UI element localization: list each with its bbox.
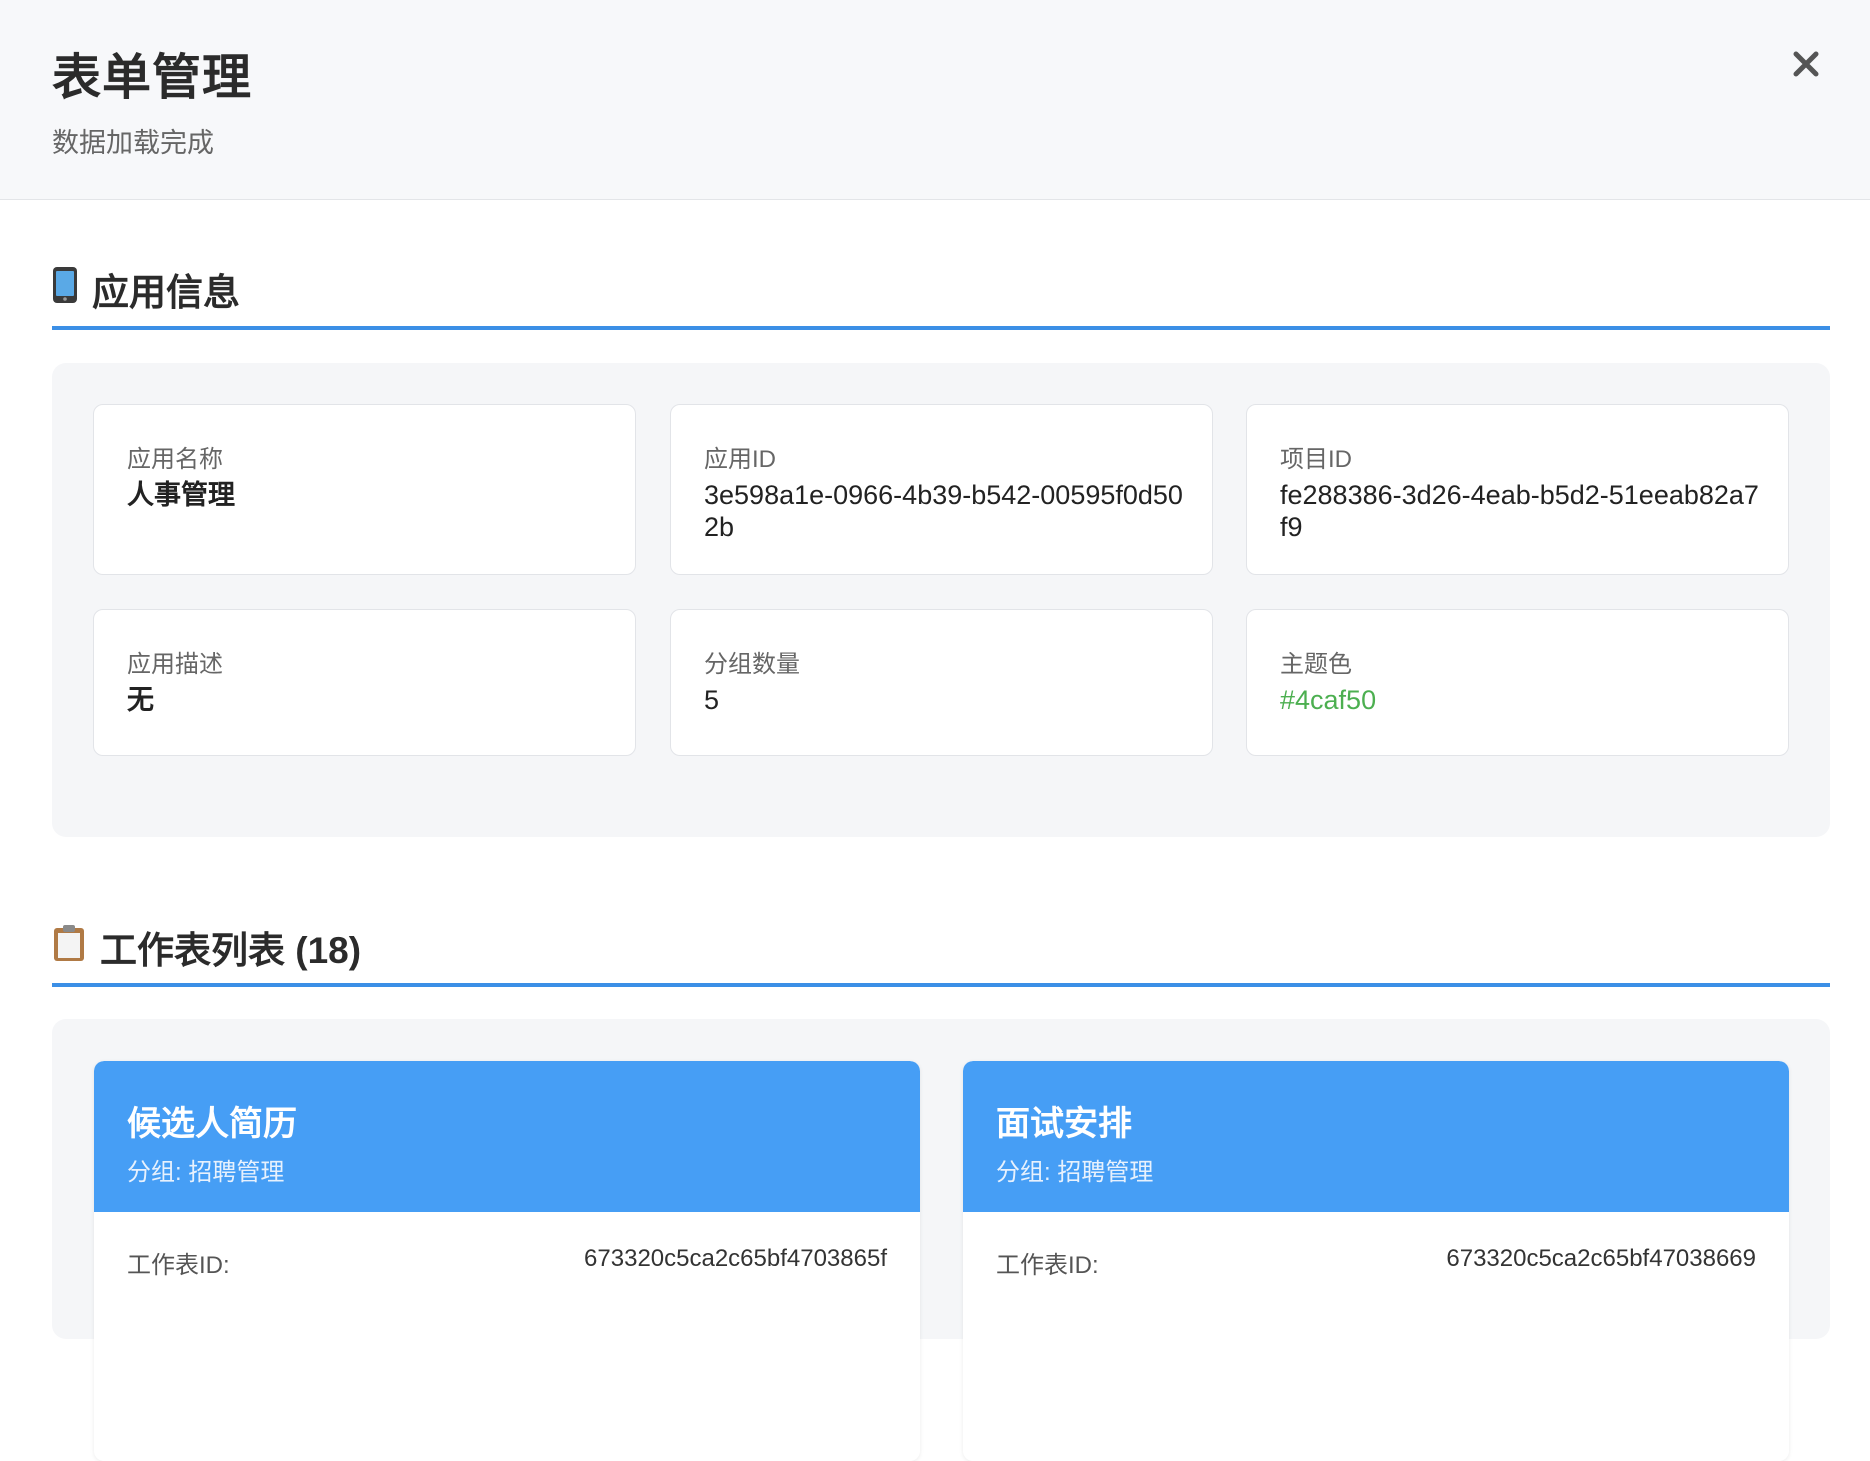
info-card-project-id: 项目ID fe288386-3d26-4eab-b5d2-51eeab82a7f… [1246, 404, 1789, 575]
close-icon [1793, 51, 1819, 77]
mobile-phone-icon [52, 266, 78, 313]
worksheet-card[interactable]: 面试安排 分组: 招聘管理 工作表ID: 673320c5ca2c65bf470… [963, 1061, 1789, 1461]
info-card-app-id: 应用ID 3e598a1e-0966-4b39-b542-00595f0d502… [670, 404, 1213, 575]
info-label: 分组数量 [704, 651, 800, 678]
info-value: #4caf50 [1280, 685, 1377, 715]
worksheet-id-row: 工作表ID: 673320c5ca2c65bf4703865f [127, 1245, 887, 1279]
info-card-app-name: 应用名称 人事管理 [93, 404, 636, 575]
dialog-header: 表单管理 数据加载完成 [0, 0, 1870, 200]
info-label: 项目ID [1280, 446, 1352, 473]
info-value: 5 [704, 685, 720, 715]
info-label: 应用名称 [127, 446, 223, 473]
worksheet-name: 面试安排 [996, 1105, 1132, 1143]
worksheet-group: 分组: 招聘管理 [996, 1159, 1154, 1186]
info-value: 人事管理 [127, 480, 235, 510]
section-divider [52, 326, 1830, 330]
page-title: 表单管理 [52, 51, 253, 105]
worksheet-name: 候选人简历 [127, 1105, 297, 1143]
app-info-heading: 应用信息 [52, 262, 240, 316]
worksheet-card-header: 面试安排 分组: 招聘管理 [963, 1061, 1789, 1212]
worksheet-panel: 候选人简历 分组: 招聘管理 工作表ID: 673320c5ca2c65bf47… [52, 1019, 1830, 1461]
worksheet-card-header: 候选人简历 分组: 招聘管理 [94, 1061, 920, 1212]
worksheet-list-title: 工作表列表 (18) [100, 930, 362, 971]
info-card-app-description: 应用描述 无 [93, 609, 636, 756]
section-divider [52, 983, 1830, 987]
worksheet-id-value: 673320c5ca2c65bf4703865f [584, 1245, 887, 1272]
worksheet-id-label: 工作表ID: [127, 1252, 230, 1279]
close-button[interactable] [1786, 44, 1826, 84]
clipboard-icon [52, 924, 86, 971]
worksheet-card[interactable]: 候选人简历 分组: 招聘管理 工作表ID: 673320c5ca2c65bf47… [94, 1061, 920, 1461]
info-label: 应用描述 [127, 651, 223, 678]
info-card-theme-color: 主题色 #4caf50 [1246, 609, 1789, 756]
info-value: 3e598a1e-0966-4b39-b542-00595f0d502b [704, 480, 1183, 542]
app-info-panel: 应用名称 人事管理 应用ID 3e598a1e-0966-4b39-b542-0… [52, 363, 1830, 837]
status-text: 数据加载完成 [52, 128, 214, 158]
info-value: fe288386-3d26-4eab-b5d2-51eeab82a7f9 [1280, 480, 1759, 542]
info-label: 主题色 [1280, 651, 1352, 678]
worksheet-id-value: 673320c5ca2c65bf47038669 [1446, 1245, 1756, 1272]
worksheet-id-label: 工作表ID: [996, 1252, 1099, 1279]
worksheet-list-heading: 工作表列表 (18) [52, 920, 361, 974]
info-card-group-count: 分组数量 5 [670, 609, 1213, 756]
worksheet-group: 分组: 招聘管理 [127, 1159, 285, 1186]
info-label: 应用ID [704, 446, 776, 473]
info-value: 无 [127, 685, 154, 715]
worksheet-id-row: 工作表ID: 673320c5ca2c65bf47038669 [996, 1245, 1756, 1279]
app-info-title: 应用信息 [92, 272, 240, 313]
